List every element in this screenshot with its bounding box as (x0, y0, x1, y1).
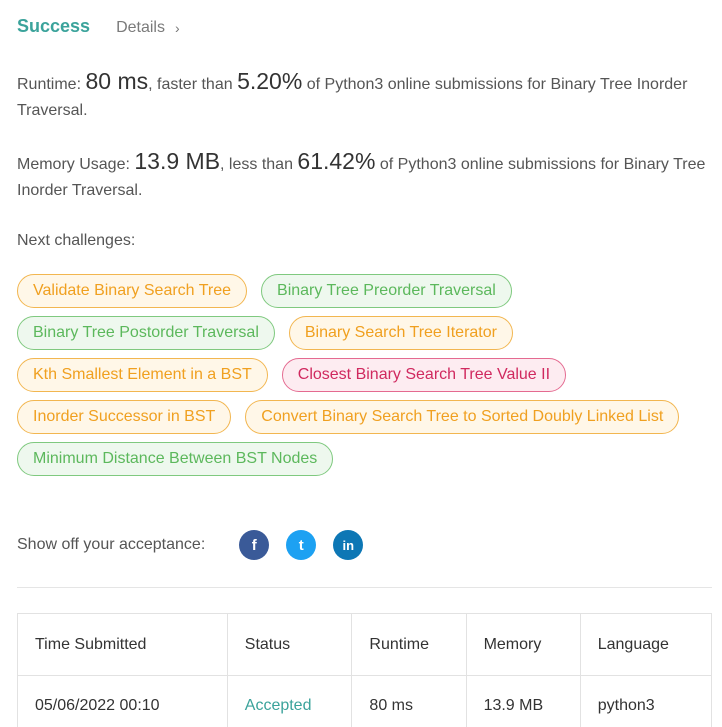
challenge-chip[interactable]: Binary Tree Postorder Traversal (17, 316, 275, 350)
challenge-chip[interactable]: Kth Smallest Element in a BST (17, 358, 268, 392)
challenge-chip[interactable]: Closest Binary Search Tree Value II (281, 358, 567, 392)
next-challenges-list: Validate Binary Search Tree Binary Tree P… (17, 274, 717, 476)
memory-mid: , less than (220, 156, 293, 173)
column-header: Time Submitted (17, 613, 228, 676)
runtime-label: Runtime: (17, 76, 82, 93)
result-header: Success Details › (17, 16, 180, 37)
status-label: Success (17, 16, 91, 36)
details-label: Details (116, 19, 165, 36)
social-icons: f t in (239, 530, 364, 560)
share-label: Show off your acceptance: (17, 536, 206, 553)
column-header: Memory (465, 613, 581, 676)
challenge-chip[interactable]: Binary Search Tree Iterator (288, 316, 513, 350)
divider (17, 587, 712, 588)
chevron-right-icon: › (174, 20, 180, 36)
memory-stat: Memory Usage: 13.9 MB, less than 61.42% … (17, 148, 707, 204)
runtime-mid: , faster than (148, 76, 233, 93)
runtime-stat: Runtime: 80 ms, faster than 5.20% of Pyt… (17, 68, 707, 124)
memory-label: Memory Usage: (17, 156, 130, 173)
challenge-chip[interactable]: Minimum Distance Between BST Nodes (17, 442, 334, 476)
runtime-percent: 5.20% (237, 68, 303, 94)
column-header: Language (579, 613, 713, 676)
runtime-value: 80 ms (85, 68, 149, 94)
memory-percent: 61.42% (297, 148, 376, 174)
share-section: Show off your acceptance: f t in (17, 530, 364, 560)
details-link[interactable]: Details › (116, 19, 180, 37)
challenge-chip[interactable]: Binary Tree Preorder Traversal (261, 274, 512, 308)
table-cell: 05/06/2022 00:10 (17, 675, 228, 727)
submissions-table: Time Submitted Status Runtime Memory Languag… (17, 613, 713, 727)
column-header: Runtime (351, 613, 467, 676)
facebook-icon[interactable]: f (239, 530, 270, 560)
challenge-chip[interactable]: Convert Binary Search Tree to Sorted Dou… (245, 400, 680, 434)
memory-value: 13.9 MB (134, 148, 221, 174)
table-body: 05/06/2022 00:10 Accepted 80 ms 13.9 MB pyth… (17, 675, 713, 727)
table-cell: 13.9 MB (465, 675, 581, 727)
linkedin-icon[interactable]: in (333, 530, 364, 560)
challenge-chip[interactable]: Inorder Successor in BST (17, 400, 232, 434)
column-header: Status (226, 613, 353, 676)
next-challenges-title: Next challenges: (17, 232, 136, 249)
twitter-icon[interactable]: t (286, 530, 317, 560)
table-row: 05/06/2022 00:10 Accepted 80 ms 13.9 MB pyth… (17, 675, 713, 727)
status-link[interactable]: Accepted (226, 675, 353, 727)
challenge-chip[interactable]: Validate Binary Search Tree (17, 274, 248, 308)
table-cell: python3 (579, 675, 713, 727)
table-header-row: Time Submitted Status Runtime Memory Languag… (17, 613, 713, 676)
table-cell: 80 ms (351, 675, 467, 727)
